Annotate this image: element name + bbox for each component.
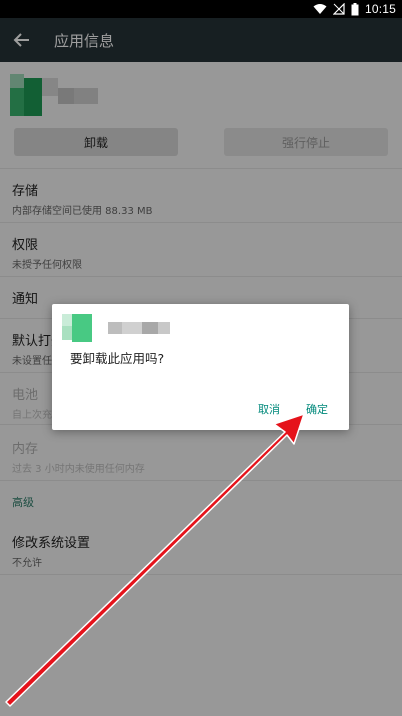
wifi-icon: [313, 3, 327, 15]
status-time: 10:15: [364, 2, 396, 16]
battery-icon: [351, 2, 359, 16]
status-bar: 10:15: [0, 0, 402, 18]
dialog-app-icon-blurred: [62, 312, 172, 342]
cancel-button[interactable]: 取消: [258, 401, 280, 417]
dialog-message: 要卸载此应用吗?: [70, 351, 165, 366]
uninstall-dialog: 要卸载此应用吗? 取消 确定: [52, 304, 349, 430]
signal-off-icon: [332, 3, 345, 15]
confirm-button[interactable]: 确定: [306, 401, 328, 417]
